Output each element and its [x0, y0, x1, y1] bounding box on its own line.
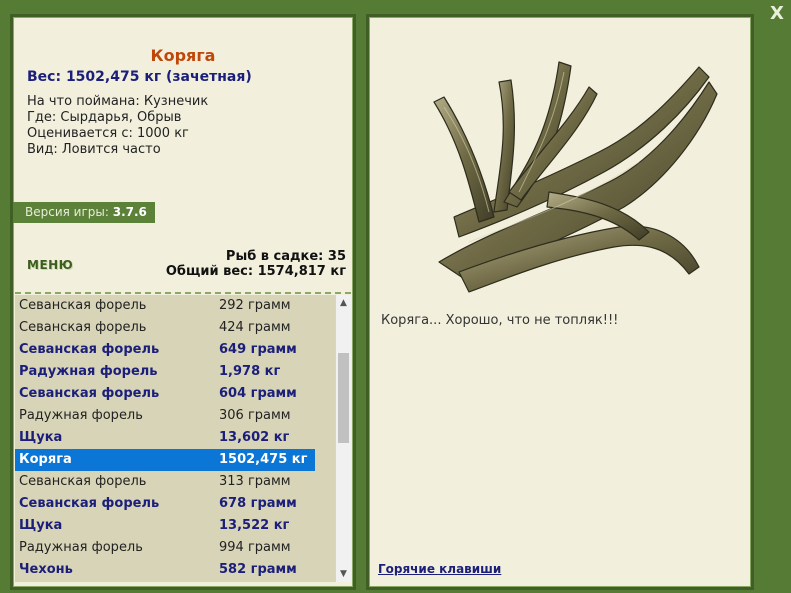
list-item[interactable]: Щука 13,602 кг: [15, 427, 335, 449]
catch-title: Коряга: [150, 46, 216, 65]
list-item[interactable]: Севанская форель 313 грамм: [15, 471, 335, 493]
fish-name: Севанская форель: [19, 342, 160, 357]
menu-button[interactable]: МЕНЮ: [27, 258, 73, 272]
fish-weight: 649 грамм: [219, 342, 297, 357]
fish-weight: 13,522 кг: [219, 518, 290, 533]
fish-name: Чехонь: [19, 562, 73, 577]
fish-name: Севанская форель: [19, 496, 160, 511]
catch-preview-panel: Коряга... Хорошо, что не топляк!!! Горяч…: [366, 14, 754, 590]
keep-net-stats: Рыб в садке: 35 Общий вес: 1574,817 кг: [166, 249, 346, 279]
fish-weight: 1502,475 кг: [219, 452, 308, 467]
list-item[interactable]: Коряга 1502,475 кг: [15, 449, 315, 471]
scroll-up-arrow-icon[interactable]: ▲: [336, 295, 351, 311]
fish-list[interactable]: Севанская форель 292 грамм Севанская форел…: [15, 295, 335, 582]
bait-info: На что поймана: Кузнечик: [27, 94, 209, 109]
version-badge: Версия игры: 3.7.6: [13, 202, 155, 223]
scroll-thumb[interactable]: [338, 353, 349, 443]
fish-weight: 604 грамм: [219, 386, 297, 401]
fish-name: Радужная форель: [19, 364, 158, 379]
fish-weight: 313 грамм: [219, 474, 291, 489]
fish-name: Севанская форель: [19, 474, 147, 489]
fish-weight: 306 грамм: [219, 408, 291, 423]
fish-name: Коряга: [19, 452, 72, 467]
total-weight: Общий вес: 1574,817 кг: [165, 264, 346, 279]
catch-comment: Коряга... Хорошо, что не топляк!!!: [381, 313, 619, 328]
fish-weight: 424 грамм: [219, 320, 291, 335]
fish-count: Рыб в садке: 35: [225, 249, 346, 264]
list-item[interactable]: Севанская форель 424 грамм: [15, 317, 335, 339]
fish-name: Радужная форель: [19, 408, 143, 423]
list-item[interactable]: Севанская форель 649 грамм: [15, 339, 335, 361]
version-label: Версия игры:: [25, 205, 109, 219]
fish-name: Радужная форель: [19, 540, 143, 555]
value-threshold-info: Оценивается с: 1000 кг: [27, 126, 189, 141]
location-info: Где: Сырдарья, Обрыв: [27, 110, 182, 125]
list-item[interactable]: Радужная форель 1,978 кг: [15, 361, 335, 383]
fish-name: Севанская форель: [19, 386, 160, 401]
fish-weight: 13,602 кг: [219, 430, 290, 445]
fish-weight: 678 грамм: [219, 496, 297, 511]
fish-name: Севанская форель: [19, 298, 147, 313]
fish-name: Щука: [19, 430, 63, 445]
list-item[interactable]: Чехонь 582 грамм: [15, 559, 335, 581]
frequency-info: Вид: Ловится часто: [27, 142, 161, 157]
scroll-down-arrow-icon[interactable]: ▼: [336, 566, 351, 582]
list-item[interactable]: Радужная форель 994 грамм: [15, 537, 335, 559]
catch-weight: Вес: 1502,475 кг (зачетная): [27, 69, 252, 85]
list-item[interactable]: Севанская форель 678 грамм: [15, 493, 335, 515]
list-item[interactable]: Радужная форель 306 грамм: [15, 405, 335, 427]
fish-name: Севанская форель: [19, 320, 147, 335]
fish-weight: 292 грамм: [219, 298, 291, 313]
driftwood-image: [433, 61, 718, 293]
divider: [15, 292, 351, 294]
list-item[interactable]: Севанская форель 292 грамм: [15, 295, 335, 317]
fish-weight: 582 грамм: [219, 562, 297, 577]
list-item[interactable]: Севанская форель 604 грамм: [15, 383, 335, 405]
close-button[interactable]: X: [766, 3, 788, 25]
list-scrollbar[interactable]: ▲ ▼: [335, 295, 351, 582]
version-value: 3.7.6: [112, 205, 147, 219]
fish-weight: 1,978 кг: [219, 364, 281, 379]
hotkeys-link[interactable]: Горячие клавиши: [378, 562, 501, 576]
catch-info-panel: Коряга Вес: 1502,475 кг (зачетная) На чт…: [10, 14, 356, 590]
fish-name: Щука: [19, 518, 63, 533]
list-item[interactable]: Щука 13,522 кг: [15, 515, 335, 537]
fish-weight: 994 грамм: [219, 540, 291, 555]
